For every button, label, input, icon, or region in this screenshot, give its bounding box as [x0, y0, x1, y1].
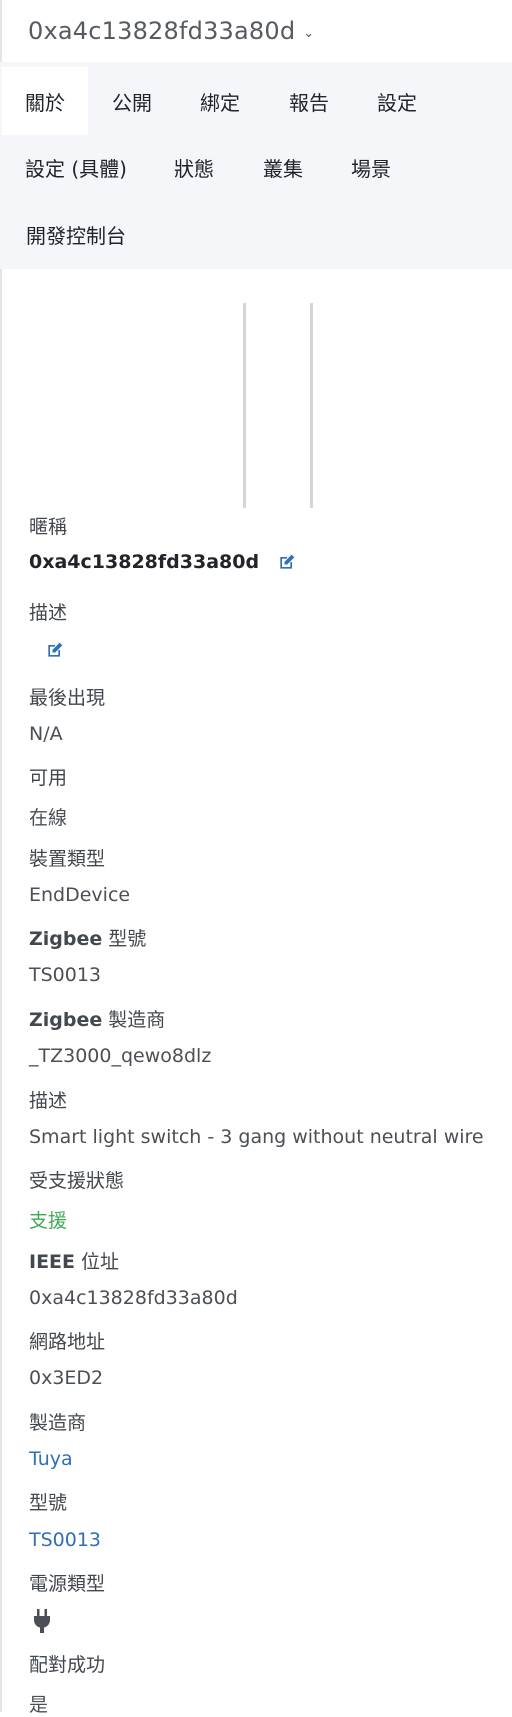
device-type-label: 裝置類型 — [29, 848, 106, 870]
description-label: 描述 — [29, 1090, 68, 1112]
edit-nickname-icon[interactable] — [277, 552, 297, 572]
ieee-address-label: IEEE 位址 — [29, 1251, 120, 1273]
edit-description-icon[interactable] — [45, 640, 65, 660]
manufacturer-label: 製造商 — [29, 1412, 87, 1434]
availability-value: 在線 — [29, 807, 68, 829]
model-label: 型號 — [29, 1492, 68, 1514]
description-edit-label: 描述 — [29, 602, 68, 624]
tab-scene[interactable]: 場景 — [343, 133, 399, 201]
interview-completed-value: 是 — [29, 1694, 49, 1716]
description-value: Smart light switch - 3 gang without neut… — [29, 1126, 484, 1148]
tab-clusters[interactable]: 叢集 — [255, 133, 311, 201]
nickname-label: 暱稱 — [29, 516, 68, 538]
nickname-value: 0xa4c13828fd33a80d — [29, 551, 260, 573]
zigbee-manufacturer-value: _TZ3000_qewo8dlz — [29, 1045, 212, 1067]
interview-completed-label: 配對成功 — [29, 1654, 106, 1676]
chevron-down-icon: ⌄ — [303, 25, 315, 41]
zigbee-manufacturer-label: Zigbee 製造商 — [29, 1009, 166, 1031]
support-status-value: 支援 — [29, 1210, 68, 1232]
support-status-label: 受支援狀態 — [29, 1170, 125, 1192]
tab-about[interactable]: 關於 — [2, 67, 88, 135]
tab-state[interactable]: 狀態 — [166, 133, 222, 201]
tab-bar: 關於 公開 綁定 報告 設定 設定 (具體) 狀態 叢集 場景 開發控制台 — [0, 62, 512, 269]
last-seen-value: N/A — [29, 723, 63, 745]
ieee-address-value: 0xa4c13828fd33a80d — [29, 1287, 238, 1309]
tab-bind[interactable]: 綁定 — [192, 67, 248, 135]
device-type-value: EndDevice — [29, 884, 131, 906]
last-seen-label: 最後出現 — [29, 687, 106, 709]
device-name-title: 0xa4c13828fd33a80d — [28, 17, 296, 45]
availability-label: 可用 — [29, 767, 68, 789]
power-source-label: 電源類型 — [29, 1573, 106, 1595]
tab-dev-console[interactable]: 開發控制台 — [18, 200, 134, 268]
nickname-row: 0xa4c13828fd33a80d — [29, 551, 297, 573]
zigbee-model-value: TS0013 — [29, 964, 102, 986]
tab-exposes[interactable]: 公開 — [104, 67, 160, 135]
device-header: 0xa4c13828fd33a80d ⌄ — [0, 0, 512, 62]
device-selector[interactable]: 0xa4c13828fd33a80d ⌄ — [28, 17, 314, 45]
zigbee-model-label: Zigbee 型號 — [29, 928, 147, 950]
manufacturer-link[interactable]: Tuya — [29, 1448, 73, 1470]
tab-settings-specific[interactable]: 設定 (具體) — [18, 133, 134, 201]
tab-settings[interactable]: 設定 — [369, 67, 425, 135]
plug-icon — [32, 1609, 52, 1633]
network-address-label: 網路地址 — [29, 1331, 106, 1353]
device-image — [241, 303, 316, 508]
model-link[interactable]: TS0013 — [29, 1529, 101, 1551]
tab-reporting[interactable]: 報告 — [281, 67, 337, 135]
network-address-value: 0x3ED2 — [29, 1367, 104, 1389]
